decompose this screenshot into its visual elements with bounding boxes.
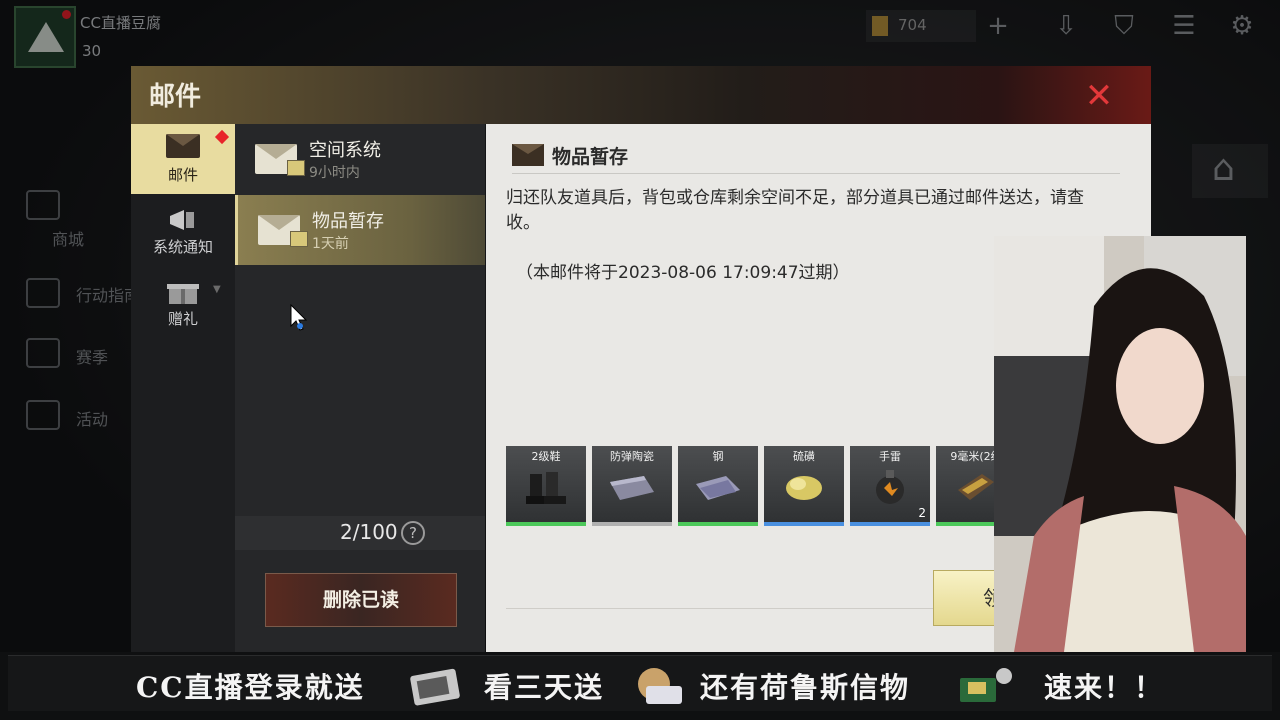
- detail-title: 物品暂存: [552, 146, 629, 168]
- attachment-item[interactable]: 2级鞋: [506, 446, 586, 526]
- rarity-bar: [506, 522, 586, 526]
- banner-text-4: 速来！！: [1044, 671, 1165, 704]
- rarity-bar: [592, 522, 672, 526]
- dialog-title: 邮件: [149, 82, 202, 112]
- category-label: 赠礼: [167, 310, 198, 328]
- item-name: 防弹陶瓷: [610, 450, 654, 463]
- close-button[interactable]: ✕: [1079, 76, 1119, 116]
- rarity-bar: [850, 522, 930, 526]
- item-name: 硫磺: [793, 450, 815, 463]
- help-icon[interactable]: ?: [401, 521, 425, 545]
- banner-text-2: 看三天送: [484, 671, 605, 704]
- promo-banner: CC直播登录就送 看三天送 还有荷鲁斯信物 速来！！: [0, 652, 1280, 720]
- webcam-overlay: [994, 236, 1246, 652]
- mail-count-bar: 2/100 ?: [235, 516, 485, 550]
- close-icon: ✕: [1084, 76, 1114, 116]
- ammo-box-icon: [958, 474, 994, 500]
- item-name: 9毫米(2级: [950, 450, 996, 463]
- detail-body: 归还队友道具后，背包或仓库剩余空间不足，部分道具已通过邮件送达，请查收。: [506, 188, 1084, 233]
- mail-item[interactable]: 物品暂存 1天前: [235, 195, 485, 265]
- ticket-icon: [410, 668, 460, 706]
- sulfur-icon: [786, 476, 822, 500]
- mail-item[interactable]: 空间系统 9小时内: [235, 124, 485, 194]
- category-gift[interactable]: 赠礼 ▼: [131, 268, 235, 338]
- mail-title: 空间系统: [309, 140, 381, 161]
- grenade-icon: [876, 470, 904, 504]
- category-label: 邮件: [167, 166, 198, 184]
- mail-envelope-icon: [258, 215, 308, 247]
- rarity-bar: [764, 522, 844, 526]
- category-sidebar: 邮件 系统通知 赠礼 ▼: [131, 124, 235, 652]
- banner-strip: CC直播登录就送 看三天送 还有荷鲁斯信物 速来！！: [8, 655, 1272, 711]
- rarity-bar: [936, 522, 996, 526]
- item-name: 钢: [712, 450, 724, 463]
- mail-title: 物品暂存: [312, 211, 384, 232]
- gift-icon: [166, 278, 200, 306]
- detail-expire: （本邮件将于2023-08-06 17:09:47过期）: [516, 263, 850, 283]
- attachment-item[interactable]: 手雷 2: [850, 446, 930, 526]
- item-name: 2级鞋: [531, 450, 561, 463]
- steel-icon: [696, 476, 740, 500]
- category-label: 系统通知: [152, 238, 213, 256]
- item-count: 2: [918, 506, 926, 520]
- token-icon: [638, 668, 682, 704]
- ceramic-plate-icon: [610, 476, 654, 500]
- delete-read-button[interactable]: 删除已读: [265, 573, 457, 627]
- boots-icon: [526, 472, 566, 504]
- category-mail[interactable]: 邮件: [131, 124, 235, 194]
- streamer-video-icon: [994, 236, 1246, 652]
- attachment-item[interactable]: 硫磺: [764, 446, 844, 526]
- horus-key-icon: [960, 668, 1012, 702]
- mail-time: 9小时内: [309, 165, 360, 181]
- mail-time: 1天前: [312, 236, 349, 252]
- attachment-item[interactable]: 9毫米(2级: [936, 446, 996, 526]
- mouse-cursor-icon: [290, 304, 308, 331]
- dialog-header: 邮件 ✕: [131, 66, 1151, 124]
- dropdown-arrow-icon: ▼: [213, 284, 221, 295]
- mail-envelope-icon: [255, 144, 305, 176]
- banner-text-1: CC直播登录就送: [136, 671, 365, 704]
- attachment-item[interactable]: 钢: [678, 446, 758, 526]
- megaphone-icon: [166, 206, 200, 234]
- attachment-list: 2级鞋 防弹陶瓷 钢 硫磺 手雷 2 9毫米(2: [506, 446, 996, 526]
- detail-header: 物品暂存: [512, 138, 1120, 174]
- attachment-item[interactable]: 防弹陶瓷: [592, 446, 672, 526]
- envelope-icon: [166, 134, 200, 162]
- item-name: 手雷: [879, 450, 901, 463]
- envelope-icon: [512, 144, 544, 166]
- badge-dot: [214, 129, 230, 145]
- rarity-bar: [678, 522, 758, 526]
- mail-count: 2/100: [340, 520, 398, 544]
- mail-list: 空间系统 9小时内 物品暂存 1天前 2/100 ? 删除已读: [235, 124, 485, 652]
- category-system-notice[interactable]: 系统通知: [131, 196, 235, 266]
- banner-text-3: 还有荷鲁斯信物: [700, 671, 911, 704]
